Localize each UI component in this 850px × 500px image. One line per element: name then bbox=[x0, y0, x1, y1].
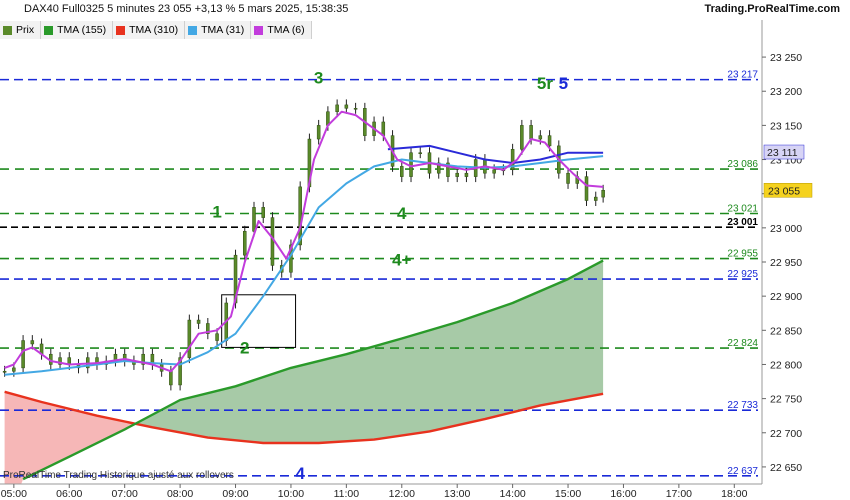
legend-item-price[interactable]: Prix bbox=[0, 21, 42, 39]
x-tick-label: 06:00 bbox=[56, 488, 82, 500]
level-label: 23 001 bbox=[727, 217, 758, 228]
x-tick-label: 10:00 bbox=[278, 488, 304, 500]
price-candle bbox=[2, 371, 7, 373]
price-candle bbox=[187, 319, 192, 358]
tma310-swatch-icon bbox=[116, 25, 126, 35]
price-candle bbox=[381, 121, 386, 136]
price-candle bbox=[21, 340, 25, 369]
x-tick-label: 16:00 bbox=[610, 488, 636, 500]
x-tick-label: 15:00 bbox=[555, 488, 581, 500]
y-tick-label: 22 800 bbox=[770, 359, 802, 371]
y-tick-label: 23 200 bbox=[770, 86, 802, 98]
wave-label: 5 bbox=[559, 74, 568, 93]
price-candle bbox=[196, 319, 201, 324]
x-tick-label: 14:00 bbox=[499, 488, 525, 500]
wave-label: 4+ bbox=[392, 250, 411, 269]
legend-label: TMA (155) bbox=[57, 24, 107, 36]
chart-window: 23 217 23 086 23 021 23 001 22 955 22 925 22 8… bbox=[0, 0, 850, 500]
level-label: 23 021 bbox=[727, 204, 758, 215]
wave-label: 5r bbox=[537, 74, 553, 93]
chart-title: DAX40 Full0325 5 minutes 23 055 +3,13 % … bbox=[24, 3, 349, 15]
price-candle bbox=[593, 196, 598, 201]
price-candle bbox=[418, 152, 423, 154]
y-tick-label: 22 650 bbox=[770, 462, 802, 474]
wave-label: 1 bbox=[212, 202, 221, 221]
price-candle bbox=[353, 108, 358, 110]
legend-item-tma31[interactable]: TMA (31) bbox=[185, 21, 252, 39]
price-candle bbox=[529, 125, 533, 140]
price-candle bbox=[12, 367, 16, 372]
x-tick-label: 09:00 bbox=[222, 488, 248, 500]
wave-label: 4 bbox=[295, 464, 305, 483]
price-candle bbox=[455, 172, 459, 177]
level-label: 22 955 bbox=[727, 249, 758, 260]
level-label: 22 925 bbox=[727, 269, 758, 280]
price-candle bbox=[335, 104, 339, 112]
footer-note: ProRealTime Trading Historique ajusté au… bbox=[3, 470, 234, 481]
y-tick-label: 23 250 bbox=[770, 52, 802, 64]
y-tick-label: 22 750 bbox=[770, 394, 802, 406]
y-tick-label: 22 700 bbox=[770, 428, 802, 440]
price-candle bbox=[584, 176, 589, 201]
level-label: 22 637 bbox=[727, 466, 758, 477]
price-candle bbox=[547, 135, 552, 147]
legend-item-tma6[interactable]: TMA (6) bbox=[251, 21, 312, 39]
indicator-legend: Prix TMA (155) TMA (310) TMA (31) TMA (6… bbox=[0, 21, 312, 39]
level-label: 22 824 bbox=[727, 338, 758, 349]
price-chart[interactable]: 23 217 23 086 23 021 23 001 22 955 22 925 22 8… bbox=[0, 0, 850, 500]
y-tick-label: 23 000 bbox=[770, 223, 802, 235]
price-candle bbox=[261, 207, 265, 218]
y-tick-label: 23 150 bbox=[770, 120, 802, 132]
price-candle bbox=[400, 166, 404, 177]
level-label: 23 217 bbox=[727, 70, 758, 81]
x-tick-label: 08:00 bbox=[167, 488, 193, 500]
price-candle bbox=[30, 340, 35, 345]
legend-label: TMA (310) bbox=[129, 24, 179, 36]
price-candle bbox=[243, 231, 247, 256]
level-label: 23 086 bbox=[727, 159, 758, 170]
legend-item-tma310[interactable]: TMA (310) bbox=[113, 21, 186, 39]
x-tick-label: 18:00 bbox=[721, 488, 747, 500]
price-candle bbox=[270, 217, 275, 266]
price-candle bbox=[464, 172, 469, 177]
last-price-label: 23 055 bbox=[768, 185, 800, 197]
brand-label: Trading.ProRealTime.com bbox=[704, 3, 840, 15]
tma155-swatch-icon bbox=[44, 25, 54, 35]
legend-label: Prix bbox=[16, 24, 35, 36]
legend-label: TMA (6) bbox=[267, 24, 305, 36]
x-tick-label: 05:00 bbox=[1, 488, 27, 500]
x-tick-label: 13:00 bbox=[444, 488, 470, 500]
price-candle bbox=[566, 172, 570, 184]
price-candle bbox=[169, 371, 173, 386]
x-tick-label: 12:00 bbox=[389, 488, 415, 500]
price-candle bbox=[344, 104, 349, 109]
y-tick-label: 22 850 bbox=[770, 325, 802, 337]
x-tick-label: 07:00 bbox=[112, 488, 138, 500]
x-tick-label: 11:00 bbox=[334, 488, 360, 500]
tma6-swatch-icon bbox=[254, 25, 264, 35]
price-candle bbox=[492, 169, 496, 174]
price-candle bbox=[252, 207, 256, 232]
tma31-value-label: 23 111 bbox=[767, 147, 798, 159]
price-candle bbox=[215, 333, 219, 341]
level-label: 22 733 bbox=[727, 400, 758, 411]
price-swatch-icon bbox=[3, 25, 12, 35]
price-candle bbox=[601, 190, 605, 198]
price-candle bbox=[538, 135, 543, 140]
wave-label: 4 bbox=[397, 204, 407, 223]
wave-label: 2 bbox=[240, 338, 249, 357]
price-candle bbox=[409, 152, 413, 177]
y-tick-label: 22 950 bbox=[770, 257, 802, 269]
wave-label: 3 bbox=[314, 69, 323, 88]
y-tick-label: 22 900 bbox=[770, 291, 802, 303]
x-tick-label: 17:00 bbox=[666, 488, 692, 500]
legend-item-tma155[interactable]: TMA (155) bbox=[41, 21, 114, 39]
tma31-swatch-icon bbox=[188, 25, 198, 35]
price-candle bbox=[316, 125, 321, 140]
price-candle bbox=[520, 125, 524, 150]
legend-label: TMA (31) bbox=[201, 24, 245, 36]
